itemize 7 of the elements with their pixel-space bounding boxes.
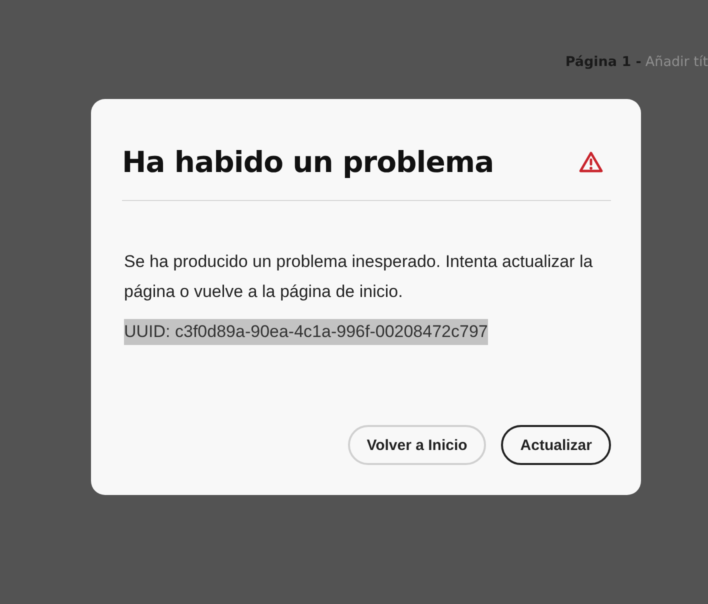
page-number: Página 1 - — [565, 54, 642, 72]
error-message: Se ha producido un problema inesperado. Intenta actualizar la página o vuelve a la página de inicio. — [124, 251, 594, 303]
dialog-title: Ha habido un problema — [122, 145, 494, 179]
refresh-button[interactable]: Actualizar — [501, 425, 611, 465]
warning-icon — [579, 151, 603, 173]
home-button[interactable]: Volver a Inicio — [348, 425, 486, 465]
uuid-text: UUID: c3f0d89a-90ea-4c1a-996f-00208472c797 — [124, 319, 488, 345]
